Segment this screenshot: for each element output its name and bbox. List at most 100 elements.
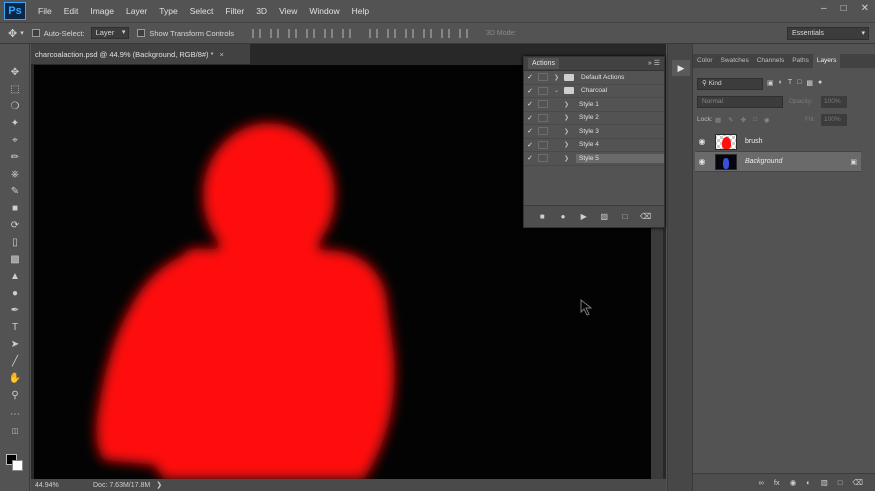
zoom-tool-icon[interactable]: ⚲ <box>6 389 24 403</box>
lock-position-icon[interactable]: ✥ <box>741 116 746 124</box>
history-brush-tool-icon[interactable]: ⟳ <box>6 219 24 233</box>
smart-object-filter-icon[interactable]: ▩ <box>806 79 813 87</box>
lasso-tool-icon[interactable]: ❍ <box>6 100 24 114</box>
menu-image[interactable]: Image <box>90 6 114 16</box>
shape-filter-icon[interactable]: □ <box>797 79 801 87</box>
filter-toggle-icon[interactable]: ● <box>818 79 822 87</box>
chevron-right-icon[interactable]: ❯ <box>564 128 572 135</box>
dialog-toggle[interactable] <box>538 127 548 136</box>
add-mask-icon[interactable]: ◉ <box>790 478 797 487</box>
menu-window[interactable]: Window <box>309 6 339 16</box>
default-colors-icon[interactable]: ◫ <box>6 425 24 439</box>
maximize-icon[interactable]: □ <box>841 3 847 14</box>
dialog-toggle[interactable] <box>538 73 548 82</box>
tab-swatches[interactable]: Swatches <box>717 54 753 68</box>
opacity-input[interactable]: 100% <box>821 96 847 108</box>
quick-select-tool-icon[interactable]: ✦ <box>6 117 24 131</box>
check-icon[interactable]: ✓ <box>524 73 536 81</box>
blend-mode-dropdown[interactable]: Normal <box>697 96 783 108</box>
chevron-right-icon[interactable]: ❯ <box>564 141 572 148</box>
check-icon[interactable]: ✓ <box>524 114 536 122</box>
action-set-row[interactable]: ✓ ❯ Default Actions <box>524 71 664 85</box>
image-filter-icon[interactable]: ▣ <box>767 79 774 87</box>
check-icon[interactable]: ✓ <box>524 141 536 149</box>
dialog-toggle[interactable] <box>538 140 548 149</box>
eyedropper-tool-icon[interactable]: ✏ <box>6 151 24 165</box>
move-tool-icon[interactable]: ✥ <box>8 27 17 40</box>
trash-icon[interactable]: ⌫ <box>640 212 652 221</box>
link-layers-icon[interactable]: ∞ <box>758 478 763 487</box>
lock-transparent-icon[interactable]: ▦ <box>715 116 721 124</box>
align-center-icon[interactable] <box>323 28 333 38</box>
panel-menu-icon[interactable]: » ☰ <box>648 59 660 67</box>
align-bottom-icon[interactable] <box>287 28 297 38</box>
adjustment-layer-icon[interactable]: ◐ <box>806 478 811 487</box>
align-middle-icon[interactable] <box>269 28 279 38</box>
stop-icon[interactable]: ■ <box>536 212 548 221</box>
show-transform-checkbox[interactable] <box>137 29 146 37</box>
chevron-down-icon[interactable]: ▾ <box>20 29 24 37</box>
new-set-folder-icon[interactable]: ▧ <box>598 212 610 221</box>
menu-view[interactable]: View <box>279 6 297 16</box>
document-tab[interactable]: charcoalaction.psd @ 44.9% (Background, … <box>31 44 251 64</box>
menu-select[interactable]: Select <box>190 6 214 16</box>
check-icon[interactable]: ✓ <box>524 127 536 135</box>
menu-layer[interactable]: Layer <box>126 6 147 16</box>
trash-icon[interactable]: ⌫ <box>852 478 863 487</box>
brush-tool-icon[interactable]: ✎ <box>6 185 24 199</box>
chevron-right-icon[interactable]: ❯ <box>564 101 572 108</box>
dialog-toggle[interactable] <box>538 154 548 163</box>
layer-filter-dropdown[interactable]: ⚲ Kind <box>697 78 763 90</box>
path-select-tool-icon[interactable]: ➤ <box>6 338 24 352</box>
more-tools-icon[interactable]: ⋯ <box>6 408 24 422</box>
record-icon[interactable]: ● <box>557 212 569 221</box>
move-tool-icon[interactable]: ✥ <box>6 66 24 80</box>
lock-artboard-icon[interactable]: □ <box>753 116 757 124</box>
clone-stamp-tool-icon[interactable]: ■ <box>6 202 24 216</box>
workspace-dropdown[interactable]: Essentials <box>787 27 869 40</box>
layer-row-background[interactable]: ◉ Background ▣ <box>695 152 861 172</box>
fx-icon[interactable]: fx <box>774 478 780 487</box>
action-row[interactable]: ✓ ❯ Style 2 <box>524 112 664 125</box>
action-row[interactable]: ✓ ❯ Style 4 <box>524 139 664 152</box>
auto-select-dropdown[interactable]: Layer <box>90 27 130 39</box>
menu-help[interactable]: Help <box>352 6 369 16</box>
adjustment-filter-icon[interactable]: ◐ <box>779 79 783 87</box>
menu-3d[interactable]: 3D <box>256 6 267 16</box>
chevron-down-icon[interactable]: ⌄ <box>554 87 562 94</box>
dialog-toggle[interactable] <box>538 113 548 122</box>
menu-filter[interactable]: Filter <box>225 6 244 16</box>
menu-type[interactable]: Type <box>159 6 177 16</box>
chevron-right-icon[interactable]: ❯ <box>156 481 162 489</box>
eye-icon[interactable]: ◉ <box>695 157 709 166</box>
lock-pixels-icon[interactable]: ✎ <box>728 116 733 124</box>
actions-tab[interactable]: Actions <box>528 58 559 69</box>
tab-color[interactable]: Color <box>693 54 717 68</box>
action-row[interactable]: ✓ ❯ Style 1 <box>524 98 664 112</box>
distribute-middle-icon[interactable] <box>386 28 396 38</box>
new-action-icon[interactable]: □ <box>619 212 631 221</box>
tab-layers[interactable]: Layers <box>812 54 841 68</box>
pen-tool-icon[interactable]: ✒ <box>6 304 24 318</box>
eraser-tool-icon[interactable]: ▯ <box>6 236 24 250</box>
menu-file[interactable]: File <box>38 6 52 16</box>
action-row-selected[interactable]: ✓ ❯ Style 5 <box>524 152 664 166</box>
actions-panel-button[interactable]: ▶ <box>672 60 690 76</box>
check-icon[interactable]: ✓ <box>524 154 536 162</box>
new-group-icon[interactable]: ▧ <box>821 478 828 487</box>
eye-icon[interactable]: ◉ <box>695 137 709 146</box>
gradient-tool-icon[interactable]: ▩ <box>6 253 24 267</box>
distribute-right-icon[interactable] <box>458 28 468 38</box>
hand-tool-icon[interactable]: ✋ <box>6 372 24 386</box>
dialog-toggle[interactable] <box>538 86 548 95</box>
align-left-icon[interactable] <box>305 28 315 38</box>
auto-select-checkbox[interactable] <box>31 29 40 37</box>
lock-all-icon[interactable]: ◉ <box>764 116 770 124</box>
type-filter-icon[interactable]: T <box>788 79 792 87</box>
minimize-icon[interactable]: – <box>821 3 827 14</box>
crop-tool-icon[interactable]: ⌖ <box>6 134 24 148</box>
chevron-right-icon[interactable]: ❯ <box>564 155 572 162</box>
chevron-right-icon[interactable]: ❯ <box>564 114 572 121</box>
new-layer-icon[interactable]: □ <box>838 478 843 487</box>
menu-edit[interactable]: Edit <box>64 6 79 16</box>
